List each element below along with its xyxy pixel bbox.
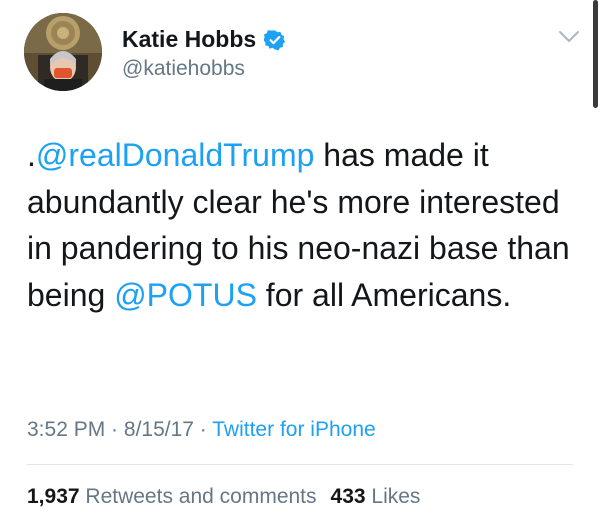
author-name-row: Katie Hobbs (122, 26, 286, 53)
author-handle[interactable]: @katiehobbs (122, 57, 245, 81)
mention-realdonaldtrump[interactable]: @realDonaldTrump (36, 137, 315, 173)
tweet-text-body-2: for all Americans. (256, 276, 512, 313)
divider (27, 464, 573, 465)
retweets-stat[interactable]: 1,937 Retweets and comments (27, 485, 317, 508)
display-name[interactable]: Katie Hobbs (122, 26, 256, 53)
retweets-label: Retweets and comments (85, 485, 317, 508)
avatar[interactable] (24, 13, 102, 91)
scrollbar[interactable] (593, 0, 598, 108)
likes-count: 433 (330, 485, 366, 508)
verified-badge-icon (264, 29, 286, 50)
mention-potus[interactable]: @POTUS (114, 277, 257, 313)
meta-separator: · (105, 418, 124, 441)
tweet-time[interactable]: 3:52 PM (27, 418, 105, 441)
tweet-date[interactable]: 8/15/17 (124, 418, 194, 441)
meta-separator: · (193, 418, 213, 441)
tweet-stats: 1,937 Retweets and comments 433 Likes (27, 485, 420, 509)
tweet-card: Katie Hobbs @katiehobbs .@realDonaldTrum… (0, 0, 600, 522)
retweets-count: 1,937 (27, 485, 80, 508)
tweet-text: .@realDonaldTrump has made it abundantly… (27, 132, 582, 318)
tweet-meta: 3:52 PM · 8/15/17 · Twitter for iPhone (27, 418, 376, 442)
likes-stat[interactable]: 433 Likes (331, 485, 421, 508)
tweet-source-link[interactable]: Twitter for iPhone (212, 418, 375, 441)
chevron-down-icon[interactable] (558, 29, 580, 45)
tweet-text-prefix: . (27, 137, 36, 173)
avatar-image (24, 13, 102, 91)
likes-label: Likes (371, 485, 421, 508)
